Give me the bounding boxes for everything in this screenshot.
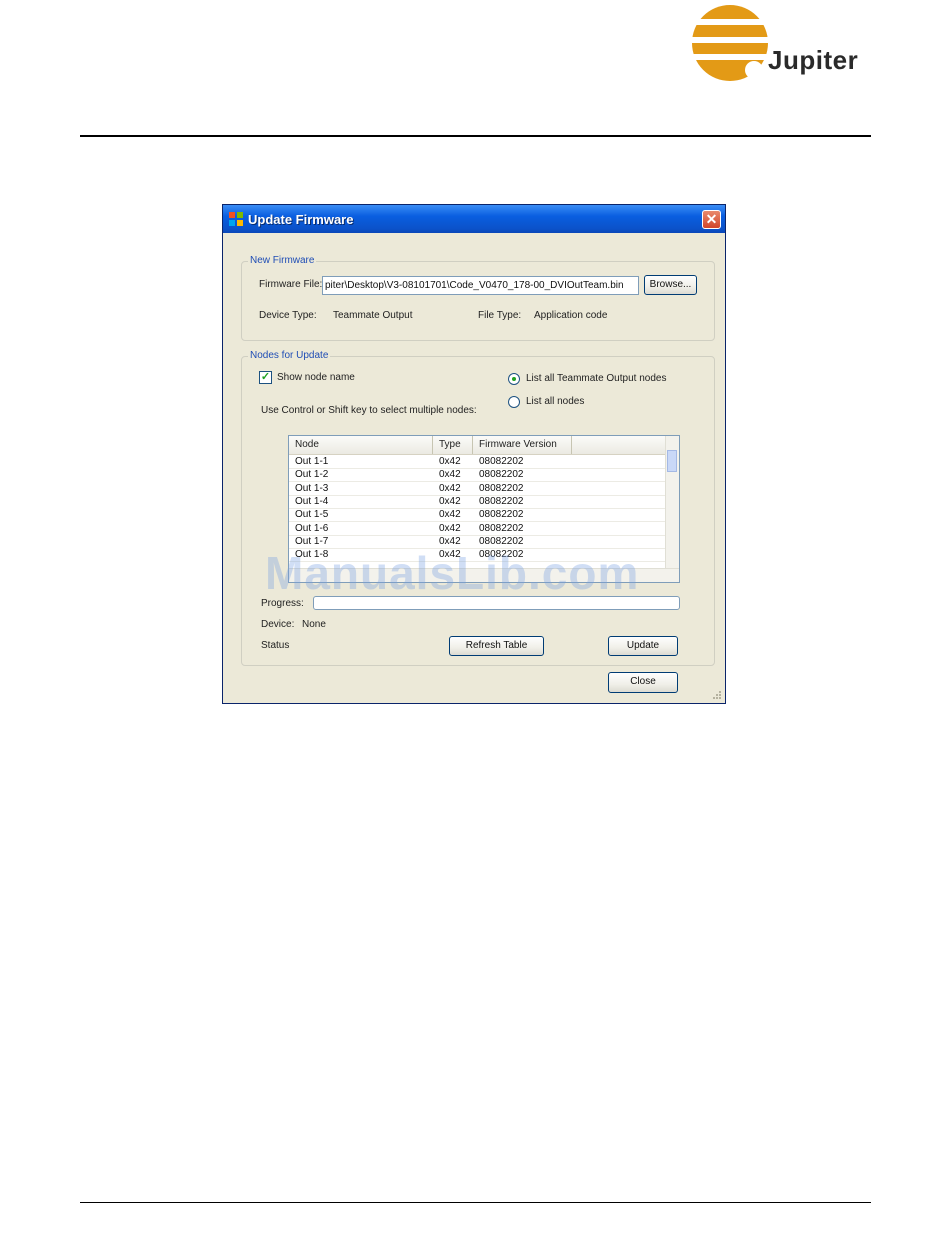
refresh-table-button[interactable]: Refresh Table <box>449 636 544 656</box>
close-button[interactable]: Close <box>608 672 678 693</box>
column-firmware-version[interactable]: Firmware Version <box>473 436 572 454</box>
update-button[interactable]: Update <box>608 636 678 656</box>
column-node[interactable]: Node <box>289 436 433 454</box>
new-firmware-group: New Firmware Firmware File: piter\Deskto… <box>241 255 715 341</box>
table-header: Node Type Firmware Version <box>289 436 667 455</box>
node-cell: Out 1-4 <box>295 495 329 507</box>
file-type-value: Application code <box>534 310 608 321</box>
firmware-file-field[interactable]: piter\Desktop\V3-08101701\Code_V0470_178… <box>322 276 639 295</box>
selection-hint: Use Control or Shift key to select multi… <box>261 405 477 416</box>
node-cell: Out 1-1 <box>295 456 329 467</box>
firmware-file-label: Firmware File: <box>259 279 323 290</box>
type-cell: 0x42 <box>439 509 461 521</box>
table-row[interactable]: Out 1-3 0x42 08082202 <box>289 482 667 496</box>
nodes-for-update-group: Nodes for Update ✓ Show node name List a… <box>241 350 715 666</box>
title-bar[interactable]: Update Firmware ✕ <box>223 205 725 233</box>
show-node-name-label: Show node name <box>277 372 355 383</box>
type-cell: 0x42 <box>439 469 461 481</box>
node-cell: Out 1-3 <box>295 482 329 494</box>
device-type-value: Teammate Output <box>333 310 413 321</box>
radio-all-label: List all nodes <box>526 396 585 407</box>
table-row[interactable]: Out 1-6 0x42 08082202 <box>289 522 667 536</box>
radio-teammate-output[interactable] <box>508 373 520 385</box>
file-type-label: File Type: <box>478 310 522 321</box>
browse-button[interactable]: Browse... <box>644 275 697 295</box>
node-cell: Out 1-6 <box>295 522 329 534</box>
firmware-version-cell: 08082202 <box>479 469 524 481</box>
firmware-version-cell: 08082202 <box>479 482 524 494</box>
type-cell: 0x42 <box>439 482 461 494</box>
app-icon <box>229 212 243 226</box>
window-title: Update Firmware <box>248 212 354 227</box>
device-value: None <box>302 619 326 630</box>
firmware-version-cell: 08082202 <box>479 495 524 507</box>
table-row[interactable]: Out 1-5 0x42 08082202 <box>289 508 667 523</box>
new-firmware-legend: New Firmware <box>248 255 317 266</box>
resize-grip-icon[interactable] <box>712 690 722 700</box>
jupiter-logo-text: Jupiter <box>768 45 859 75</box>
update-firmware-window: Update Firmware ✕ New Firmware Firmware … <box>222 204 726 704</box>
firmware-version-cell: 08082202 <box>479 509 524 521</box>
type-cell: 0x42 <box>439 495 461 507</box>
show-node-name-checkbox[interactable]: ✓ <box>259 371 272 384</box>
type-cell: 0x42 <box>439 522 461 534</box>
footer-rule <box>80 1202 871 1203</box>
device-label: Device: <box>261 619 295 630</box>
node-cell: Out 1-2 <box>295 469 329 481</box>
device-type-label: Device Type: <box>259 310 317 321</box>
vertical-scrollbar[interactable] <box>665 436 679 570</box>
table-row[interactable]: Out 1-2 0x42 08082202 <box>289 468 667 483</box>
nodes-legend: Nodes for Update <box>248 350 331 361</box>
close-icon[interactable]: ✕ <box>702 210 721 229</box>
scroll-thumb[interactable] <box>667 450 677 472</box>
type-cell: 0x42 <box>439 456 461 467</box>
status-label: Status <box>261 640 290 651</box>
table-row[interactable]: Out 1-1 0x42 08082202 <box>289 455 667 469</box>
firmware-version-cell: 08082202 <box>479 456 524 467</box>
table-row[interactable]: Out 1-4 0x42 08082202 <box>289 495 667 509</box>
watermark: ManualsLib.com <box>265 547 640 599</box>
radio-all-nodes[interactable] <box>508 396 520 408</box>
radio-teammate-label: List all Teammate Output nodes <box>526 373 667 384</box>
header-rule <box>80 135 871 137</box>
firmware-version-cell: 08082202 <box>479 522 524 534</box>
column-type[interactable]: Type <box>433 436 473 454</box>
node-cell: Out 1-5 <box>295 509 329 521</box>
